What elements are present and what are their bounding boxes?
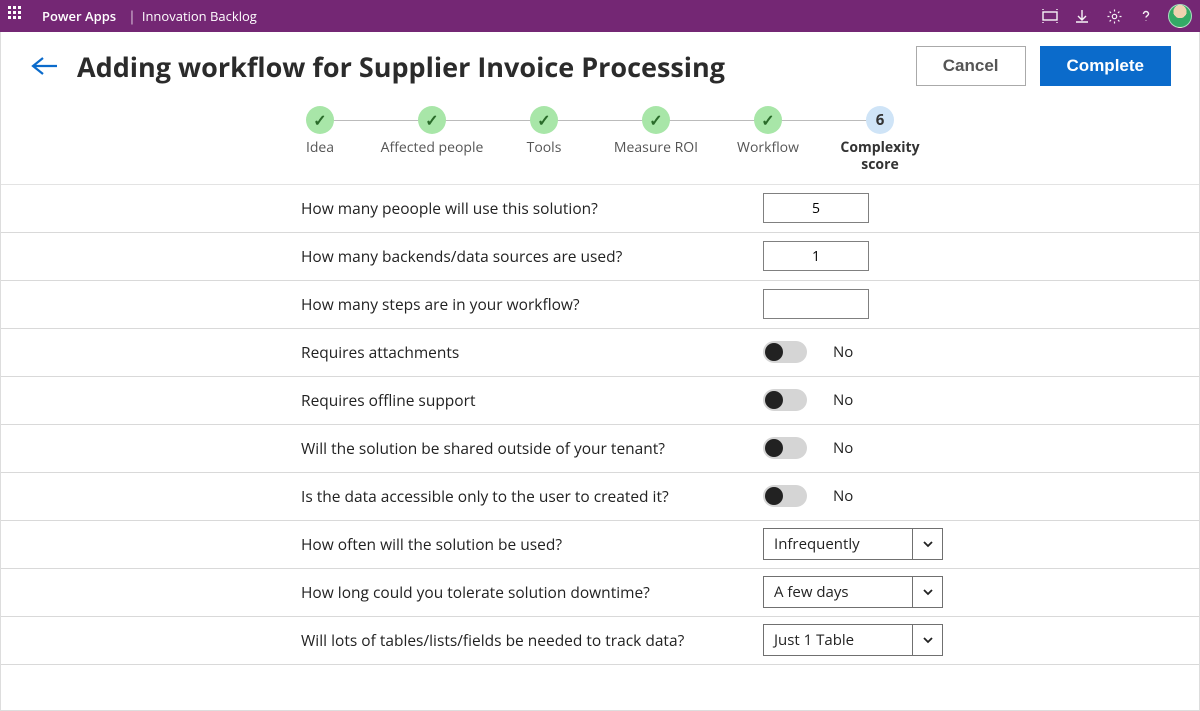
- brand-label: Power Apps: [42, 7, 116, 25]
- row-attachments: Requires attachments No: [1, 329, 1199, 377]
- chevron-down-icon: [912, 529, 942, 559]
- question-label: Requires offline support: [301, 389, 763, 411]
- chevron-down-icon: [912, 577, 942, 607]
- check-icon: [306, 106, 334, 134]
- toggle-value-label: No: [833, 486, 853, 506]
- chevron-down-icon: [912, 625, 942, 655]
- toggle-value-label: No: [833, 342, 853, 362]
- step-tools[interactable]: Tools: [488, 106, 600, 157]
- step-label: Idea: [264, 140, 376, 157]
- users-count-input[interactable]: [763, 193, 869, 223]
- help-icon[interactable]: [1130, 0, 1162, 32]
- waffle-icon[interactable]: [8, 6, 28, 26]
- check-icon: [754, 106, 782, 134]
- wizard-stepper: Idea Affected people Tools Measure ROI W…: [1, 98, 1199, 185]
- question-label: How many steps are in your workflow?: [301, 293, 763, 315]
- question-label: How long could you tolerate solution dow…: [301, 581, 763, 603]
- step-label: Affected people: [376, 140, 488, 157]
- row-shared-outside-tenant: Will the solution be shared outside of y…: [1, 425, 1199, 473]
- toggle-value-label: No: [833, 390, 853, 410]
- select-value: Just 1 Table: [774, 630, 932, 650]
- step-label: Workflow: [712, 140, 824, 157]
- complexity-form: How many peoople will use this solution?…: [1, 185, 1199, 665]
- question-label: How often will the solution be used?: [301, 533, 763, 555]
- select-value: A few days: [774, 582, 932, 602]
- question-label: Will lots of tables/lists/fields be need…: [301, 629, 763, 651]
- step-measure-roi[interactable]: Measure ROI: [600, 106, 712, 157]
- app-bar: Power Apps | Innovation Backlog: [0, 0, 1200, 32]
- shared-outside-toggle[interactable]: [763, 437, 807, 459]
- row-downtime-tolerance: How long could you tolerate solution dow…: [1, 569, 1199, 617]
- row-data-accessible-creator-only: Is the data accessible only to the user …: [1, 473, 1199, 521]
- select-value: Infrequently: [774, 534, 932, 554]
- check-icon: [418, 106, 446, 134]
- backends-count-input[interactable]: [763, 241, 869, 271]
- question-label: Will the solution be shared outside of y…: [301, 437, 763, 459]
- offline-toggle[interactable]: [763, 389, 807, 411]
- question-label: Requires attachments: [301, 341, 763, 363]
- question-label: How many backends/data sources are used?: [301, 245, 763, 267]
- row-offline-support: Requires offline support No: [1, 377, 1199, 425]
- question-label: How many peoople will use this solution?: [301, 197, 763, 219]
- steps-count-input[interactable]: [763, 289, 869, 319]
- step-complexity-score[interactable]: 6 Complexity score: [824, 106, 936, 174]
- settings-gear-icon[interactable]: [1098, 0, 1130, 32]
- step-label: Complexity score: [824, 140, 936, 174]
- row-users-count: How many peoople will use this solution?: [1, 185, 1199, 233]
- row-backends-count: How many backends/data sources are used?: [1, 233, 1199, 281]
- step-workflow[interactable]: Workflow: [712, 106, 824, 157]
- row-usage-frequency: How often will the solution be used? Inf…: [1, 521, 1199, 569]
- creator-only-toggle[interactable]: [763, 485, 807, 507]
- page-header: Adding workflow for Supplier Invoice Pro…: [1, 32, 1199, 98]
- attachments-toggle[interactable]: [763, 341, 807, 363]
- check-icon: [530, 106, 558, 134]
- step-label: Tools: [488, 140, 600, 157]
- brand-separator: |: [128, 7, 136, 26]
- app-name: Innovation Backlog: [142, 7, 257, 25]
- page-body: Adding workflow for Supplier Invoice Pro…: [0, 32, 1200, 711]
- fit-icon[interactable]: [1034, 0, 1066, 32]
- question-label: Is the data accessible only to the user …: [301, 485, 763, 507]
- step-idea[interactable]: Idea: [264, 106, 376, 157]
- step-number: 6: [866, 106, 894, 134]
- row-tables-needed: Will lots of tables/lists/fields be need…: [1, 617, 1199, 665]
- step-label: Measure ROI: [600, 140, 712, 157]
- toggle-value-label: No: [833, 438, 853, 458]
- check-icon: [642, 106, 670, 134]
- tables-needed-select[interactable]: Just 1 Table: [763, 624, 943, 656]
- complete-button[interactable]: Complete: [1040, 46, 1171, 86]
- row-steps-count: How many steps are in your workflow?: [1, 281, 1199, 329]
- back-arrow-icon[interactable]: [23, 54, 59, 78]
- page-title: Adding workflow for Supplier Invoice Pro…: [77, 48, 902, 85]
- user-avatar[interactable]: [1168, 4, 1192, 28]
- downtime-tolerance-select[interactable]: A few days: [763, 576, 943, 608]
- usage-frequency-select[interactable]: Infrequently: [763, 528, 943, 560]
- download-icon[interactable]: [1066, 0, 1098, 32]
- cancel-button[interactable]: Cancel: [916, 46, 1026, 86]
- step-affected-people[interactable]: Affected people: [376, 106, 488, 157]
